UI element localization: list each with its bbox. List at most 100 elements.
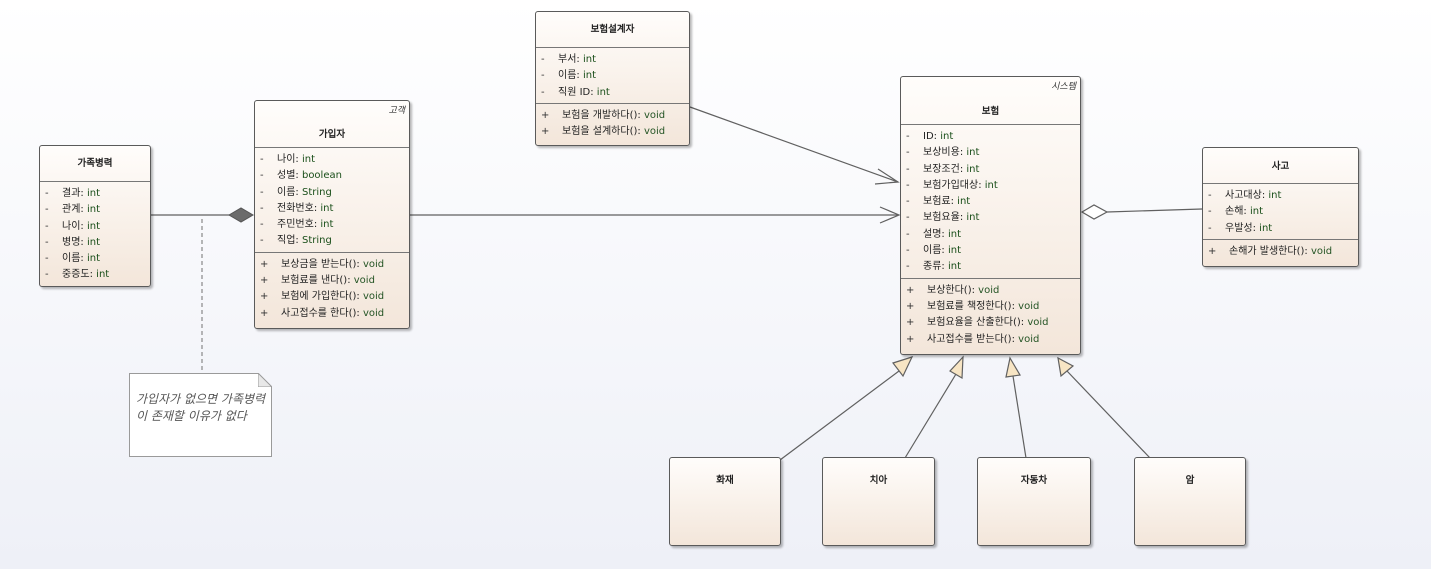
attribute-type: int xyxy=(1268,190,1282,201)
operation-name: 보상금을 받는다() xyxy=(281,258,357,270)
attribute-type: int xyxy=(947,261,962,273)
class-family-history[interactable]: 가족병력 - 결과: int - 관계: int - 나이: int - 병명: int - 이름… xyxy=(39,145,151,287)
visibility-marker: - xyxy=(260,186,264,198)
operation-row[interactable]: + 보험을 설계하다(): void xyxy=(536,124,689,140)
attribute-row[interactable]: - 보상비용: int xyxy=(901,145,1080,161)
operation-row[interactable]: + 사고접수를 한다(): void xyxy=(255,306,409,322)
class-car[interactable]: 자동차 xyxy=(977,457,1091,546)
association-line-designer-insurance xyxy=(689,106,899,183)
attribute-row[interactable]: - 보험요율: int xyxy=(901,210,1080,226)
attribute-row[interactable]: - 직원 ID: int xyxy=(536,85,689,101)
visibility-marker: + xyxy=(906,317,915,329)
attribute-name: 중증도 xyxy=(62,269,90,281)
return-type: void xyxy=(362,258,385,270)
attribute-signature: 보장조건: int xyxy=(923,162,979,178)
operation-name: 사고접수를 한다() xyxy=(281,307,357,319)
attribute-row[interactable]: - 보험가입대상: int xyxy=(901,178,1080,194)
operation-row[interactable]: + 보상한다(): void xyxy=(901,283,1080,299)
class-accident[interactable]: 사고 - 사고대상: int - 손해: int - 우발성: int + 손해가 발생한다… xyxy=(1202,147,1359,267)
operation-row[interactable]: + 보험료를 낸다(): void xyxy=(255,273,409,289)
attribute-row[interactable]: - 설명: int xyxy=(901,227,1080,243)
attribute-name: 보험료 xyxy=(923,196,951,208)
attribute-row[interactable]: - 보험료: int xyxy=(901,194,1080,210)
operation-row[interactable]: + 보상금을 받는다(): void xyxy=(255,257,409,273)
attribute-signature: 이름: String xyxy=(277,185,332,201)
operation-row[interactable]: + 사고접수를 받는다(): void xyxy=(901,332,1080,348)
class-insurance[interactable]: 시스템 보험 - ID: int - 보상비용: int - 보장조건: int - 보험가입… xyxy=(900,76,1081,355)
attribute-row[interactable]: - 전화번호: int xyxy=(255,201,409,217)
attribute-signature: 보험료: int xyxy=(923,194,970,210)
class-cancer[interactable]: 암 xyxy=(1134,457,1246,546)
composition-diamond xyxy=(228,207,254,223)
attribute-row[interactable]: - 종류: int xyxy=(901,259,1080,275)
attribute-row[interactable]: - 부서: int xyxy=(536,52,689,68)
visibility-marker: - xyxy=(906,245,910,257)
attribute-type: int xyxy=(86,220,101,232)
stereotype-label: 시스템 xyxy=(1051,82,1076,92)
return-type: void xyxy=(978,284,1000,296)
attribute-type: int xyxy=(596,86,610,98)
attribute-row[interactable]: - 병명: int xyxy=(40,235,150,251)
attribute-type: int xyxy=(940,131,954,142)
operation-name: 보험에 가입한다() xyxy=(281,291,357,303)
attribute-signature: 관계: int xyxy=(62,202,100,218)
attribute-row[interactable]: - 결과: int xyxy=(40,186,150,202)
class-dental[interactable]: 치아 xyxy=(822,457,935,546)
return-type: void xyxy=(1018,300,1040,312)
attribute-signature: 직업: String xyxy=(277,233,332,249)
class-name: 화재 xyxy=(716,475,734,486)
class-name: 자동차 xyxy=(1020,475,1048,486)
attribute-row[interactable]: - 사고대상: int xyxy=(1203,188,1358,204)
class-fire[interactable]: 화재 xyxy=(669,457,781,546)
visibility-marker: - xyxy=(260,154,264,165)
class-subscriber[interactable]: 고객 가입자 - 나이: int - 성별: boolean - 이름: String - 전… xyxy=(254,100,410,329)
attribute-name: 사고대상 xyxy=(1225,190,1262,201)
operation-signature: 손해가 발생한다(): void xyxy=(1229,244,1332,260)
attribute-signature: 손해: int xyxy=(1225,204,1263,220)
attribute-name: 결과 xyxy=(62,188,81,199)
operation-name: 사고접수를 받는다() xyxy=(927,333,1012,345)
attribute-type: int xyxy=(86,188,101,199)
attribute-row[interactable]: - 보장조건: int xyxy=(901,162,1080,178)
attribute-compartment: - 나이: int - 성별: boolean - 이름: String - 전화번호: in… xyxy=(255,147,409,252)
visibility-marker: + xyxy=(260,258,269,270)
attribute-row[interactable]: - 나이: int xyxy=(255,152,409,168)
attribute-signature: 이름: int xyxy=(923,243,961,259)
visibility-marker: - xyxy=(260,202,264,214)
operation-row[interactable]: + 보험요율을 산출한다(): void xyxy=(901,315,1080,331)
return-type: void xyxy=(1310,245,1333,257)
attribute-row[interactable]: - 관계: int xyxy=(40,202,150,218)
visibility-marker: + xyxy=(1208,245,1217,257)
class-insurance-designer[interactable]: 보험설계자 - 부서: int - 이름: int - 직원 ID: int + 보험을 개… xyxy=(535,11,690,146)
attribute-row[interactable]: - 손해: int xyxy=(1203,204,1358,220)
note[interactable]: 가입자가 없으면 가족병력이 존재할 이유가 없다 xyxy=(129,373,272,457)
visibility-marker: + xyxy=(906,284,915,296)
attribute-row[interactable]: - 이름: int xyxy=(536,68,689,84)
attribute-row[interactable]: - 성별: boolean xyxy=(255,168,409,184)
aggregation-line-accident-insurance xyxy=(1106,208,1203,213)
attribute-signature: 직원 ID: int xyxy=(558,85,610,101)
operation-row[interactable]: + 보험을 개발하다(): void xyxy=(536,108,689,124)
attribute-row[interactable]: - ID: int xyxy=(901,129,1080,145)
attribute-name: 이름 xyxy=(62,253,81,265)
attribute-compartment: - 사고대상: int - 손해: int - 우발성: int xyxy=(1203,183,1358,239)
attribute-row[interactable]: - 주민번호: int xyxy=(255,217,409,233)
visibility-marker: - xyxy=(45,220,49,232)
attribute-type: int xyxy=(1259,222,1273,234)
attribute-row[interactable]: - 이름: String xyxy=(255,185,409,201)
note-text: 가입자가 없으면 가족병력이 존재할 이유가 없다 xyxy=(136,392,266,423)
operation-row[interactable]: + 손해가 발생한다(): void xyxy=(1203,244,1358,260)
attribute-type: int xyxy=(984,179,998,191)
attribute-row[interactable]: - 나이: int xyxy=(40,219,150,235)
operation-row[interactable]: + 보험료를 책정한다(): void xyxy=(901,299,1080,315)
attribute-row[interactable]: - 이름: int xyxy=(901,243,1080,259)
visibility-marker: + xyxy=(906,300,915,312)
generalization-triangle-cancer xyxy=(1057,356,1075,378)
operation-row[interactable]: + 보험에 가입한다(): void xyxy=(255,289,409,305)
attribute-row[interactable]: - 우발성: int xyxy=(1203,221,1358,237)
attribute-row[interactable]: - 직업: String xyxy=(255,233,409,249)
attribute-signature: 나이: int xyxy=(62,219,100,235)
attribute-row[interactable]: - 이름: int xyxy=(40,251,150,267)
attribute-row[interactable]: - 중증도: int xyxy=(40,267,150,283)
operation-signature: 보험을 개발하다(): void xyxy=(562,108,665,124)
